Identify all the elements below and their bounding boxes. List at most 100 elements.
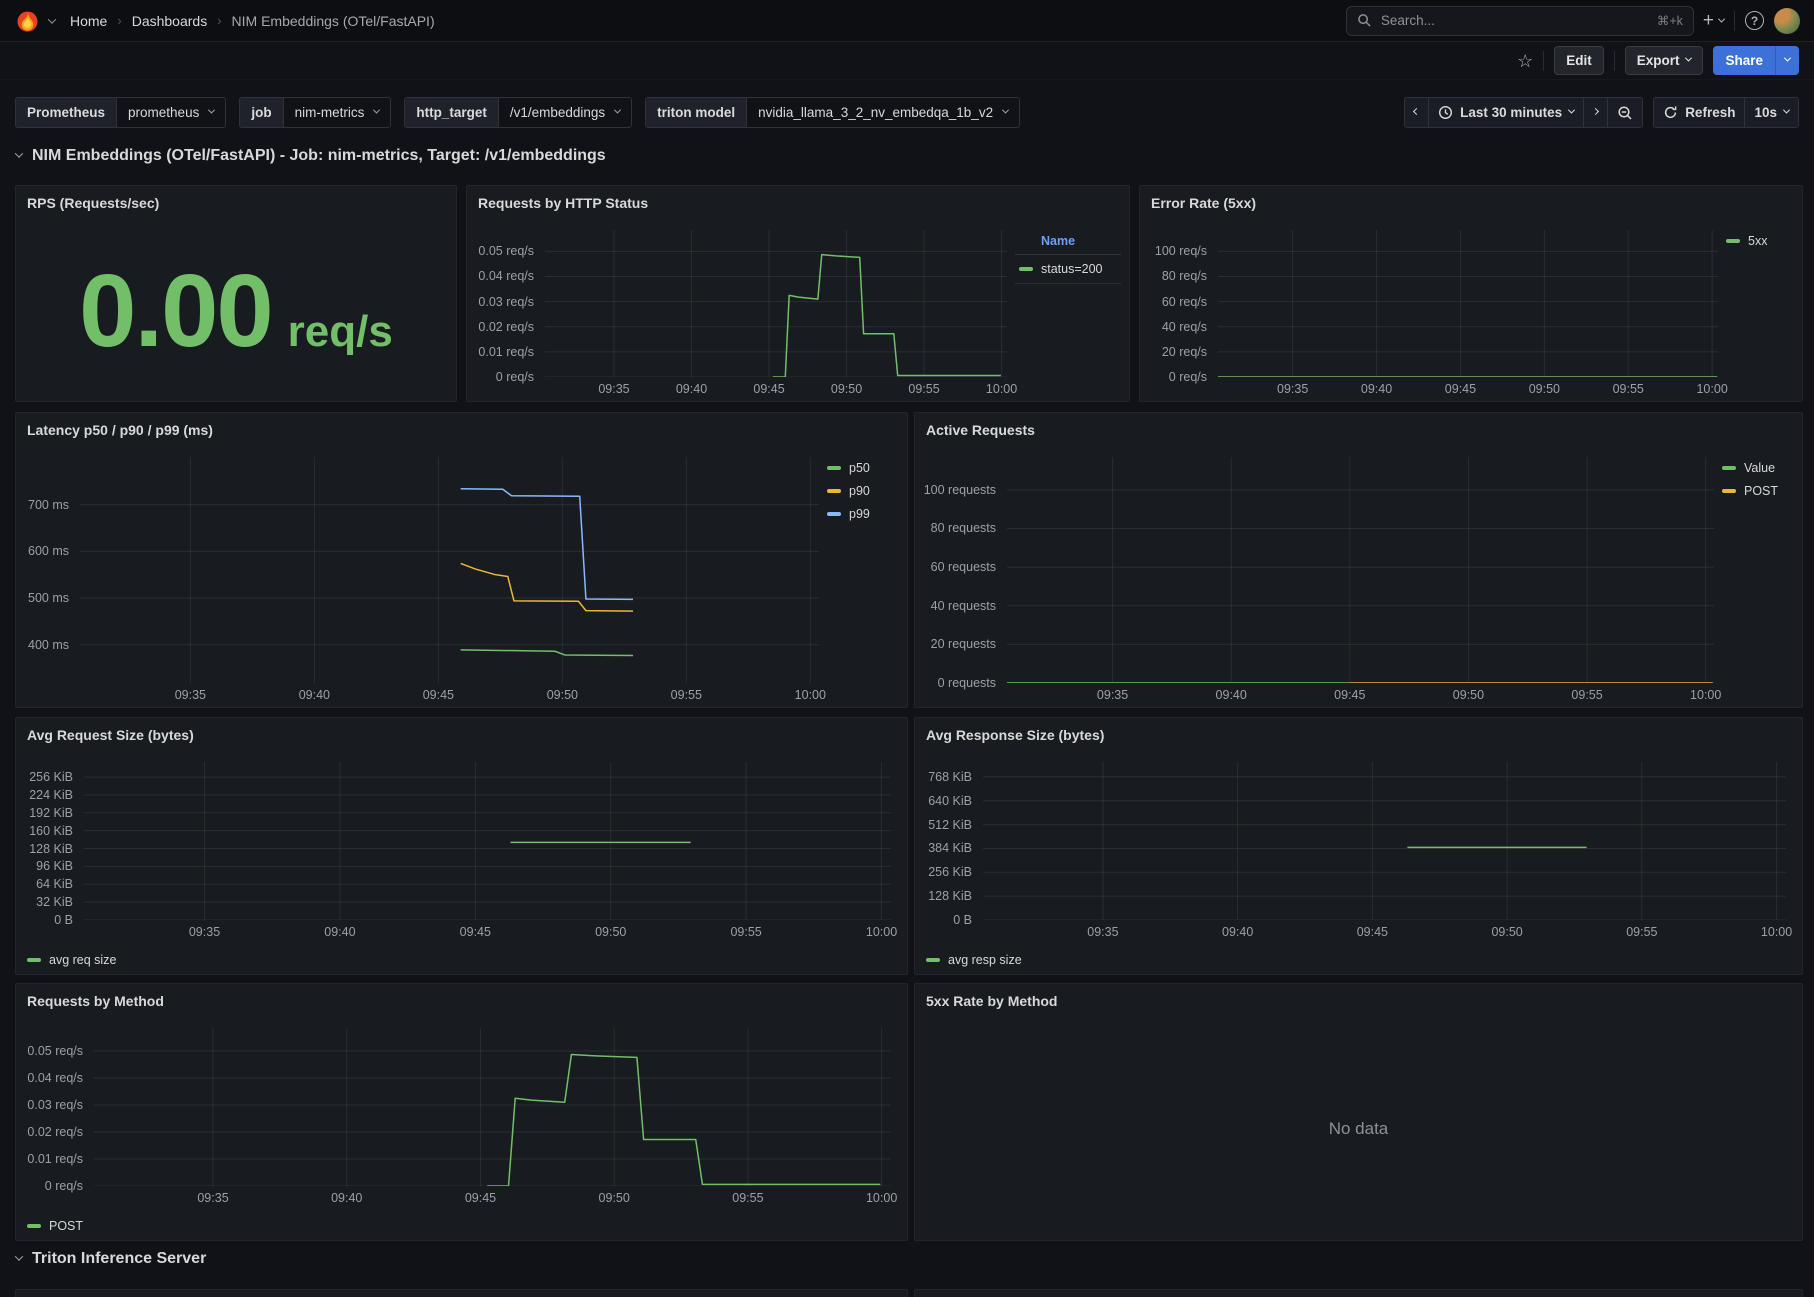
nav-actions: + ? — [1703, 8, 1800, 34]
panel-title[interactable]: Latency p50 / p90 / p99 (ms) — [16, 413, 907, 447]
filter-value-dropdown[interactable]: nim-metrics — [283, 98, 391, 127]
panel-title[interactable]: Error Rate (5xx) — [1140, 186, 1802, 220]
breadcrumb-dashboards[interactable]: Dashboards — [132, 13, 208, 29]
y-tick-label: 32 KiB — [36, 895, 73, 909]
y-tick-label: 0 req/s — [1169, 370, 1207, 384]
chart-plot[interactable] — [1218, 230, 1718, 377]
star-icon[interactable]: ☆ — [1517, 52, 1533, 70]
row-title: Triton Inference Server — [32, 1250, 206, 1268]
legend-marker-icon — [827, 466, 841, 470]
legend-marker-icon — [1722, 489, 1736, 493]
chevron-left-icon — [1413, 108, 1420, 115]
x-tick-label: 10:00 — [986, 382, 1017, 396]
panel-rps-stat: RPS (Requests/sec) 0.00 req/s — [15, 185, 457, 402]
panel-latency-percentiles: Latency p50 / p90 / p99 (ms) 700 ms600 m… — [15, 412, 908, 708]
panel-title[interactable]: Active Requests — [915, 413, 1802, 447]
y-tick-label: 60 requests — [931, 560, 996, 574]
legend-item[interactable]: p99 — [827, 507, 899, 521]
grafana-logo-icon[interactable] — [14, 8, 40, 34]
legend-marker-icon — [1722, 466, 1736, 470]
search-icon — [1357, 13, 1372, 28]
chevron-down-icon — [373, 107, 380, 114]
stat-unit: req/s — [288, 307, 393, 357]
panel-title[interactable]: Requests by Method — [16, 984, 907, 1018]
toolbar-divider — [1543, 51, 1544, 71]
panel-title[interactable]: Requests by HTTP Status — [467, 186, 1129, 220]
y-tick-label: 20 req/s — [1162, 345, 1207, 359]
zoom-out-icon — [1617, 105, 1633, 121]
y-tick-label: 40 req/s — [1162, 320, 1207, 334]
refresh-interval-dropdown[interactable]: 10s — [1744, 97, 1799, 128]
chart-plot[interactable] — [84, 762, 891, 920]
panel-title[interactable]: 5xx Rate by Method — [915, 984, 1802, 1018]
breadcrumb-home[interactable]: Home — [70, 13, 107, 29]
x-tick-label: 09:45 — [1357, 925, 1388, 939]
chart-plot[interactable] — [80, 457, 819, 683]
panel-title[interactable]: Avg Response Size (bytes) — [915, 718, 1802, 752]
series-status=200 — [773, 255, 1001, 377]
time-back-button[interactable] — [1404, 97, 1428, 128]
legend-item[interactable]: p90 — [827, 484, 899, 498]
legend-header[interactable]: Name — [1015, 234, 1121, 255]
time-forward-button[interactable] — [1583, 97, 1607, 128]
legend-item[interactable]: 5xx — [1726, 234, 1794, 248]
add-new-button[interactable]: + — [1703, 10, 1724, 32]
x-tick-label: 09:40 — [1216, 688, 1247, 702]
x-tick-label: 09:50 — [1491, 925, 1522, 939]
search-box[interactable]: ⌘+k — [1346, 6, 1694, 36]
x-tick-label: 09:50 — [831, 382, 862, 396]
legend-item[interactable]: Value — [1722, 461, 1794, 475]
legend-item[interactable]: POST — [27, 1219, 83, 1233]
x-tick-label: 09:50 — [547, 688, 578, 702]
legend-item[interactable]: status=200 — [1015, 255, 1121, 284]
y-tick-label: 0 B — [54, 913, 73, 927]
y-tick-label: 640 KiB — [928, 794, 972, 808]
edit-button[interactable]: Edit — [1554, 46, 1604, 75]
legend-marker-icon — [827, 489, 841, 493]
export-button[interactable]: Export — [1625, 46, 1704, 75]
filter-prometheus: Prometheus prometheus — [15, 97, 226, 128]
share-caret-button[interactable] — [1775, 46, 1799, 75]
zoom-out-button[interactable] — [1607, 97, 1643, 128]
refresh-button[interactable]: Refresh — [1653, 97, 1744, 128]
y-tick-label: 100 requests — [924, 483, 996, 497]
y-tick-label: 256 KiB — [928, 865, 972, 879]
share-button[interactable]: Share — [1713, 46, 1775, 75]
legend-item[interactable]: POST — [1722, 484, 1794, 498]
filter-triton-model: triton model nvidia_llama_3_2_nv_embedqa… — [645, 97, 1020, 128]
legend-item[interactable]: p50 — [827, 461, 899, 475]
avatar[interactable] — [1774, 8, 1800, 34]
legend-item[interactable]: avg resp size — [926, 953, 1022, 967]
filter-http-target: http_target /v1/embeddings — [404, 97, 632, 128]
chevron-down-icon — [1568, 107, 1575, 114]
filter-value-dropdown[interactable]: /v1/embeddings — [498, 98, 631, 127]
breadcrumb-separator-icon: › — [117, 13, 121, 28]
y-tick-label: 0.02 req/s — [27, 1125, 83, 1139]
x-tick-label: 10:00 — [1761, 925, 1792, 939]
y-tick-label: 0.01 req/s — [27, 1152, 83, 1166]
filter-job: job nim-metrics — [239, 97, 391, 128]
legend-item[interactable]: avg req size — [27, 953, 116, 967]
panel-title[interactable]: RPS (Requests/sec) — [16, 186, 456, 220]
x-tick-label: 09:50 — [599, 1191, 630, 1205]
y-tick-label: 600 ms — [28, 544, 69, 558]
chart-plot[interactable] — [983, 762, 1786, 920]
search-input[interactable] — [1381, 13, 1648, 28]
filter-value-dropdown[interactable]: nvidia_llama_3_2_nv_embedqa_1b_v2 — [746, 98, 1019, 127]
row-header-nim-embeddings[interactable]: NIM Embeddings (OTel/FastAPI) - Job: nim… — [16, 147, 606, 165]
stat-value: 0.00 — [79, 252, 271, 370]
y-tick-label: 0.03 req/s — [27, 1098, 83, 1112]
time-range-picker[interactable]: Last 30 minutes — [1428, 97, 1583, 128]
help-icon[interactable]: ? — [1745, 11, 1764, 30]
logo-chevron-down-icon[interactable] — [48, 15, 56, 23]
filter-value-dropdown[interactable]: prometheus — [116, 98, 225, 127]
dashboard-toolbar: ☆ Edit Export Share — [0, 42, 1814, 80]
panel-partial-top — [914, 1289, 1803, 1297]
chart-plot[interactable] — [94, 1028, 891, 1186]
panel-title[interactable]: Avg Request Size (bytes) — [16, 718, 907, 752]
chart-plot[interactable] — [545, 230, 1007, 377]
row-header-triton[interactable]: Triton Inference Server — [16, 1250, 206, 1268]
x-tick-label: 09:50 — [1453, 688, 1484, 702]
legend-marker-icon — [27, 958, 41, 962]
chart-plot[interactable] — [1007, 457, 1714, 683]
